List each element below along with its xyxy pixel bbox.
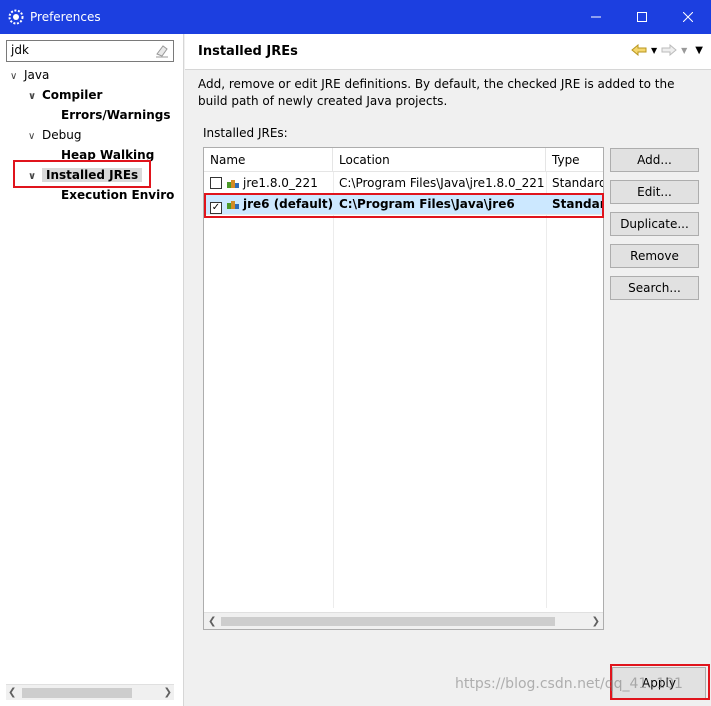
tree-item-java[interactable]: ∨ Java	[10, 65, 49, 85]
close-icon	[683, 12, 693, 22]
column-header-type[interactable]: Type	[546, 148, 603, 172]
scroll-right-icon[interactable]: ❯	[592, 613, 600, 629]
chevron-down-icon[interactable]: ∨	[28, 167, 42, 187]
table-header: Name Location Type	[204, 148, 603, 172]
scroll-right-icon[interactable]: ❯	[164, 685, 172, 701]
edit-button[interactable]: Edit...	[610, 180, 699, 204]
jre-checkbox[interactable]	[210, 177, 222, 189]
filter-text: jdk	[11, 43, 29, 57]
search-button[interactable]: Search...	[610, 276, 699, 300]
scroll-left-icon[interactable]: ❮	[8, 685, 16, 701]
back-arrow-icon[interactable]	[631, 44, 647, 56]
column-header-name[interactable]: Name	[204, 148, 333, 172]
row-type-cell: Standard	[552, 176, 604, 190]
minimize-icon	[591, 16, 601, 18]
tree-item-installed-jres[interactable]: ∨ Installed JREs	[28, 165, 143, 187]
page-navigation: ▼ ▼ ▼	[631, 44, 703, 56]
page-title: Installed JREs	[198, 44, 298, 59]
maximize-button[interactable]	[619, 0, 665, 34]
column-divider	[546, 172, 547, 608]
remove-button[interactable]: Remove	[610, 244, 699, 268]
back-dropdown-icon[interactable]: ▼	[651, 46, 657, 55]
filter-input[interactable]: jdk	[6, 40, 174, 62]
row-type-cell: Standard	[552, 197, 603, 211]
column-divider	[333, 172, 334, 608]
tree-item-debug[interactable]: ∨ Debug	[28, 125, 81, 145]
maximize-icon	[637, 12, 647, 22]
jre-checkbox-checked[interactable]: ✓	[210, 202, 222, 214]
eclipse-gear-icon	[8, 9, 24, 25]
duplicate-button[interactable]: Duplicate...	[610, 212, 699, 236]
minimize-button[interactable]	[573, 0, 619, 34]
row-name-cell: ✓ jre6 (default)	[210, 197, 333, 214]
preferences-tree-pane: jdk ∨ Java ∨ Compiler Errors/Warnings ∨ Deb…	[0, 34, 184, 706]
window-title: Preferences	[30, 10, 101, 24]
column-header-location[interactable]: Location	[333, 148, 546, 172]
view-menu-icon[interactable]: ▼	[695, 45, 703, 56]
jre-library-icon	[227, 180, 239, 188]
row-location-cell: C:\Program Files\Java\jre1.8.0_221	[339, 176, 545, 190]
tree-item-errors-warnings[interactable]: Errors/Warnings	[61, 105, 170, 125]
jre-table[interactable]: Name Location Type jre1.8.0_221 C:\Progr…	[203, 147, 604, 630]
table-row-selected[interactable]: ✓ jre6 (default) C:\Program Files\Java\jr…	[204, 194, 603, 215]
tree-item-execution-environments[interactable]: Execution Environ	[61, 185, 174, 205]
tree-item-heap-walking[interactable]: Heap Walking	[61, 145, 154, 165]
page-description: Add, remove or edit JRE definitions. By …	[198, 77, 675, 108]
window-titlebar: Preferences	[0, 0, 711, 34]
forward-arrow-icon[interactable]	[661, 44, 677, 56]
forward-dropdown-icon[interactable]: ▼	[681, 46, 687, 55]
row-location-cell: C:\Program Files\Java\jre6	[339, 197, 515, 211]
tree-horizontal-scrollbar[interactable]: ❮ ❯	[6, 684, 174, 700]
row-name-cell: jre1.8.0_221	[204, 173, 333, 194]
chevron-down-icon[interactable]: ∨	[28, 87, 42, 107]
scroll-left-icon[interactable]: ❮	[208, 613, 216, 629]
table-row[interactable]: jre1.8.0_221 C:\Program Files\Java\jre1.…	[204, 173, 604, 194]
table-horizontal-scrollbar[interactable]: ❮ ❯	[204, 612, 603, 629]
jre-library-icon	[227, 201, 239, 209]
preference-page: Installed JREs ▼ ▼ ▼ Add, remove or edit…	[185, 34, 711, 706]
clear-filter-icon[interactable]	[154, 43, 170, 59]
scrollbar-thumb[interactable]	[221, 617, 555, 626]
close-button[interactable]	[665, 0, 711, 34]
apply-button[interactable]: Apply	[612, 667, 706, 699]
installed-jres-label: Installed JREs:	[203, 126, 288, 140]
tree-item-compiler[interactable]: ∨ Compiler	[28, 85, 102, 105]
page-header: Installed JREs ▼ ▼ ▼	[185, 34, 711, 70]
scrollbar-thumb[interactable]	[22, 688, 132, 698]
chevron-down-icon[interactable]: ∨	[28, 127, 42, 147]
chevron-down-icon[interactable]: ∨	[10, 67, 24, 87]
add-button[interactable]: Add...	[610, 148, 699, 172]
